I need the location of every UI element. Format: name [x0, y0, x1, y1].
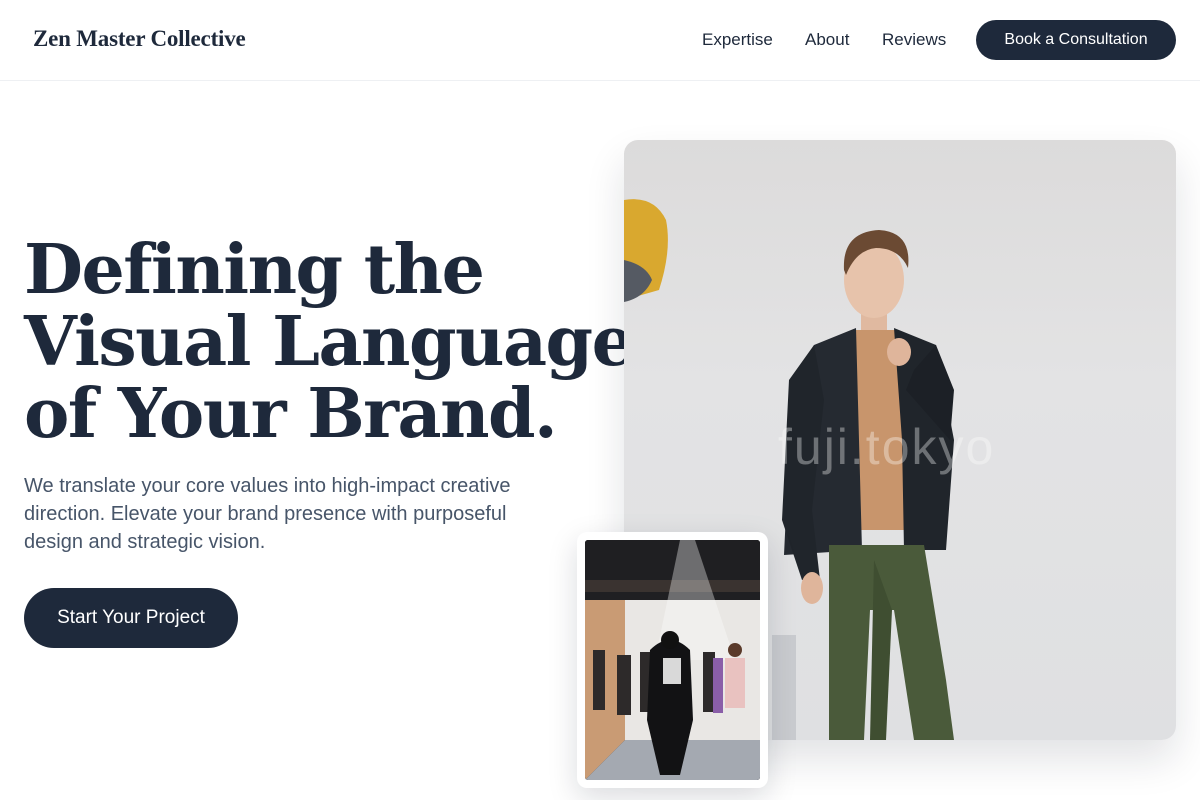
hero-title-line: of Your Brand. [24, 374, 558, 454]
hero-subtitle: We translate your core values into high-… [24, 475, 511, 553]
hero-title-line: Visual Language [24, 302, 635, 382]
nav-link-expertise[interactable]: Expertise [702, 30, 773, 50]
start-project-button[interactable]: Start Your Project [24, 588, 238, 648]
backstage-event-photo [585, 540, 760, 780]
nav-link-about[interactable]: About [805, 30, 849, 50]
photo-watermark: fuji.tokyo [778, 419, 996, 475]
brand-logo[interactable]: Zen Master Collective [33, 26, 246, 52]
nav-link-reviews[interactable]: Reviews [882, 30, 946, 50]
book-consultation-button[interactable]: Book a Consultation [976, 20, 1176, 60]
event-photo-card [577, 532, 768, 788]
event-illustration [585, 540, 760, 780]
hero-title-line: Defining the [24, 230, 485, 310]
site-header: Zen Master Collective Expertise About Re… [0, 0, 1200, 81]
hero-title: Defining the Visual Language of Your Bra… [24, 230, 635, 454]
